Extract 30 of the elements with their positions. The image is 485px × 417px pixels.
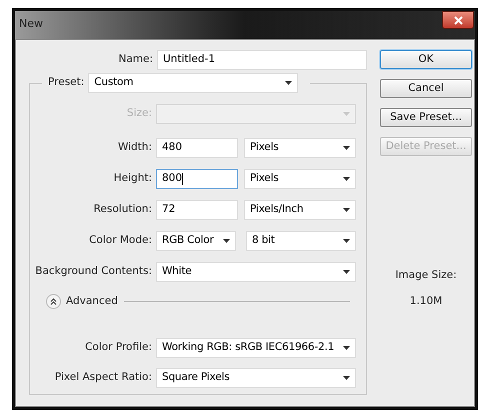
field-label: Background Contents: — [35, 264, 152, 280]
field-label: Width: — [118, 140, 152, 156]
field-label: Preset: — [48, 75, 84, 90]
image-size-label: Image Size: — [395, 268, 457, 283]
dropdown[interactable]: 8 bit — [246, 231, 356, 251]
input-field[interactable]: 72 — [156, 200, 238, 220]
field-label: Color Profile: — [85, 340, 152, 355]
field-label: Resolution: — [94, 202, 152, 218]
input-field[interactable]: 480 — [156, 138, 238, 158]
field-label: Pixel Aspect Ratio: — [54, 370, 152, 385]
dropdown[interactable]: Pixels/Inch — [244, 200, 356, 220]
dialog-button[interactable]: OK — [380, 50, 472, 69]
window-title: New — [19, 16, 43, 32]
dropdown[interactable]: Pixels — [244, 138, 356, 158]
section-label: Advanced — [66, 294, 118, 309]
dialog-button[interactable]: Cancel — [380, 79, 472, 98]
field-label: Height: — [114, 171, 152, 186]
input-field[interactable]: 800 — [156, 169, 238, 189]
dropdown[interactable]: White — [156, 262, 356, 282]
field-label: Color Mode: — [89, 233, 152, 248]
dialog-button[interactable]: Save Preset... — [380, 108, 472, 127]
dropdown[interactable]: Square Pixels — [156, 368, 356, 388]
field-label: Name: — [118, 52, 153, 68]
dropdown[interactable]: Pixels — [244, 169, 356, 189]
field-label: Size: — [126, 106, 152, 122]
name-field[interactable]: Untitled-1 — [157, 50, 367, 70]
dropdown[interactable]: Custom — [88, 73, 298, 93]
dropdown[interactable]: Working RGB: sRGB IEC61966-2.1 — [156, 338, 356, 358]
dropdown[interactable]: RGB Color — [156, 231, 236, 251]
image-size-value: 1.10M — [410, 294, 442, 309]
